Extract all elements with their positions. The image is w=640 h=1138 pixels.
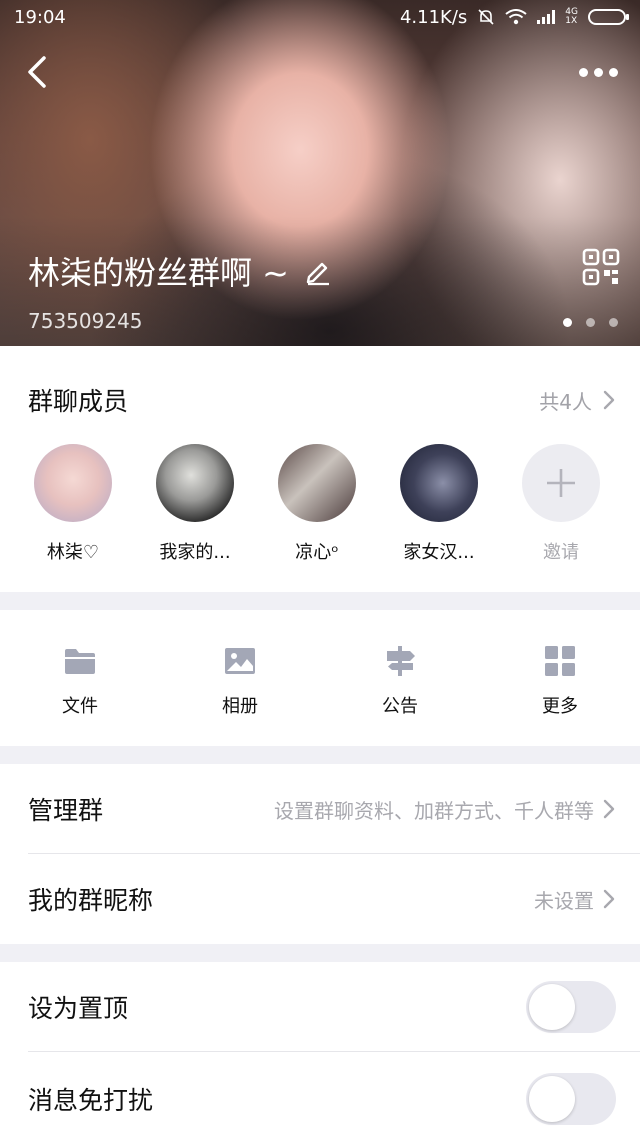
edit-pencil-icon[interactable] bbox=[303, 256, 333, 286]
invite-avatar bbox=[522, 444, 600, 522]
member-item[interactable]: 家女汉... bbox=[378, 444, 500, 564]
signal-icon bbox=[537, 10, 556, 24]
invite-member-button[interactable]: 邀请 bbox=[500, 444, 622, 564]
page-dot bbox=[586, 318, 595, 327]
page-dot-active bbox=[563, 318, 572, 327]
members-header[interactable]: 群聊成员 共4人 bbox=[28, 382, 616, 418]
pin-chat-label: 设为置顶 bbox=[28, 994, 129, 1023]
member-avatar bbox=[34, 444, 112, 522]
folder-icon bbox=[65, 649, 95, 674]
more-options-icon[interactable] bbox=[578, 62, 618, 82]
do-not-disturb-row: 消息免打扰 bbox=[0, 1054, 640, 1138]
tool-more-button[interactable]: 更多 bbox=[480, 610, 640, 746]
chevron-right-icon bbox=[603, 799, 615, 819]
status-indicators: 4.11K/s 4G 1X bbox=[399, 6, 629, 28]
photo-page-indicator bbox=[563, 318, 618, 327]
wifi-icon bbox=[505, 9, 527, 25]
group-nickname-row[interactable]: 我的群昵称 未设置 bbox=[0, 854, 640, 944]
group-settings-section: 管理群 设置群聊资料、加群方式、千人群等 我的群昵称 未设置 bbox=[0, 764, 640, 944]
image-icon bbox=[225, 648, 255, 674]
manage-group-hint: 设置群聊资料、加群方式、千人群等 bbox=[274, 798, 594, 823]
network-type-bottom: 1X bbox=[565, 16, 578, 26]
member-item[interactable]: 我家的... bbox=[134, 444, 256, 564]
member-name: 林柒♡ bbox=[46, 542, 100, 563]
member-item[interactable]: 凉心ᵒ bbox=[256, 444, 378, 564]
back-icon[interactable] bbox=[22, 52, 58, 92]
qr-code-icon[interactable] bbox=[582, 248, 620, 286]
group-nickname-value: 未设置 bbox=[534, 888, 594, 913]
page-dot bbox=[609, 318, 618, 327]
member-avatar bbox=[400, 444, 478, 522]
member-avatar bbox=[156, 444, 234, 522]
members-count: 共4人 bbox=[539, 389, 592, 414]
manage-group-label: 管理群 bbox=[28, 796, 104, 825]
member-name: 凉心ᵒ bbox=[295, 542, 339, 563]
group-name: 林柒的粉丝群啊 ~ bbox=[28, 254, 289, 292]
divider bbox=[28, 1051, 640, 1052]
tool-notice-button[interactable]: 公告 bbox=[320, 610, 480, 746]
tool-label: 更多 bbox=[542, 696, 578, 717]
battery-icon bbox=[588, 9, 629, 25]
chevron-right-icon bbox=[603, 889, 615, 909]
member-avatar bbox=[278, 444, 356, 522]
do-not-disturb-label: 消息免打扰 bbox=[28, 1086, 154, 1115]
tool-label: 相册 bbox=[222, 696, 258, 717]
tool-label: 文件 bbox=[62, 696, 98, 717]
signpost-icon bbox=[387, 646, 415, 676]
group-tools-section: 文件 相册 公告 更多 bbox=[0, 610, 640, 746]
status-time: 19:04 bbox=[14, 6, 66, 28]
pin-chat-toggle[interactable] bbox=[526, 981, 616, 1033]
status-bar: 19:04 4.11K/s 4G 1X bbox=[0, 0, 640, 34]
network-type: 4G 1X bbox=[565, 8, 578, 26]
group-name-row[interactable]: 林柒的粉丝群啊 ~ bbox=[28, 248, 333, 294]
mute-bell-icon bbox=[478, 9, 494, 25]
member-avatar-list: 林柒♡ 我家的... 凉心ᵒ 家女汉... 邀请 bbox=[0, 444, 640, 564]
member-name: 家女汉... bbox=[403, 542, 475, 563]
tool-label: 公告 bbox=[382, 696, 418, 717]
member-item[interactable]: 林柒♡ bbox=[12, 444, 134, 564]
invite-label: 邀请 bbox=[543, 542, 579, 563]
group-nickname-label: 我的群昵称 bbox=[28, 886, 154, 915]
manage-group-row[interactable]: 管理群 设置群聊资料、加群方式、千人群等 bbox=[0, 764, 640, 854]
chevron-right-icon bbox=[603, 390, 615, 410]
members-title: 群聊成员 bbox=[28, 387, 129, 416]
tool-album-button[interactable]: 相册 bbox=[160, 610, 320, 746]
net-speed: 4.11K/s bbox=[399, 6, 468, 28]
group-cover-photo[interactable] bbox=[0, 0, 640, 346]
member-name: 我家的... bbox=[159, 542, 231, 563]
plus-icon bbox=[547, 469, 575, 497]
group-id: 753509245 bbox=[28, 309, 143, 333]
do-not-disturb-toggle[interactable] bbox=[526, 1073, 616, 1125]
grid-icon bbox=[545, 646, 575, 676]
tool-files-button[interactable]: 文件 bbox=[0, 610, 160, 746]
chat-toggles-section: 设为置顶 消息免打扰 bbox=[0, 962, 640, 1138]
members-section: 群聊成员 共4人 林柒♡ 我家的... 凉心ᵒ 家女汉... 邀请 bbox=[0, 346, 640, 592]
pin-chat-row: 设为置顶 bbox=[0, 962, 640, 1052]
